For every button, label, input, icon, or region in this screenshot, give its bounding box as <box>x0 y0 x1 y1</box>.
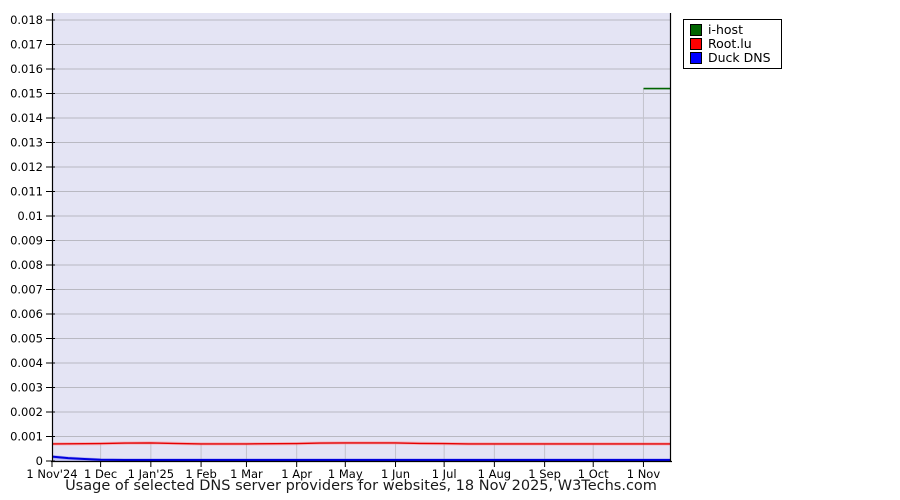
y-tick-label: 0.003 <box>10 381 43 395</box>
plot-svg: 0 0.001 0.002 0.003 0.004 0.005 0.006 0.007 0.00… <box>10 13 672 481</box>
legend: i-host Root.lu Duck DNS <box>683 19 782 69</box>
y-tick-label: 0.008 <box>10 258 43 272</box>
y-tick-label: 0.007 <box>10 283 43 297</box>
chart-title: Usage of selected DNS server providers f… <box>65 478 657 494</box>
y-tick-label: 0.002 <box>10 405 43 419</box>
plot-background <box>53 13 671 461</box>
legend-swatch-i-host <box>690 23 702 36</box>
legend-item-i-host: i-host <box>690 23 771 36</box>
y-tick-label: 0.018 <box>10 13 43 27</box>
legend-label-i-host: i-host <box>708 22 743 37</box>
y-tick-label: 0.014 <box>10 111 43 125</box>
y-tick-label: 0.013 <box>10 136 43 150</box>
y-tick-label: 0 <box>36 454 43 468</box>
y-tick-label: 0.009 <box>10 234 43 248</box>
legend-label-duck-dns: Duck DNS <box>708 50 771 65</box>
legend-swatch-duck-dns <box>690 51 702 64</box>
chart-canvas: 0 0.001 0.002 0.003 0.004 0.005 0.006 0.007 0.00… <box>0 0 900 500</box>
legend-swatch-root-lu <box>690 37 702 50</box>
y-tick-label: 0.004 <box>10 356 43 370</box>
legend-item-duck-dns: Duck DNS <box>690 51 771 64</box>
legend-label-root-lu: Root.lu <box>708 36 752 51</box>
legend-item-root-lu: Root.lu <box>690 37 771 50</box>
y-tick-label: 0.017 <box>10 38 43 52</box>
y-tick-label: 0.012 <box>10 160 43 174</box>
y-tick-label: 0.016 <box>10 62 43 76</box>
y-tick-label: 0.001 <box>10 430 43 444</box>
y-tick-label: 0.015 <box>10 87 43 101</box>
y-tick-label: 0.005 <box>10 332 43 346</box>
y-tick-label: 0.006 <box>10 307 43 321</box>
y-tick-label: 0.01 <box>17 209 43 223</box>
y-tick-label: 0.011 <box>10 185 43 199</box>
